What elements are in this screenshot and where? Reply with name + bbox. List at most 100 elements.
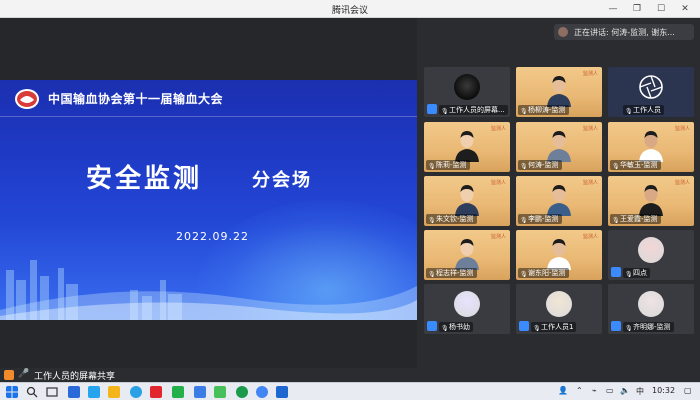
participant-name: 杨柳涛-监测: [528, 106, 566, 114]
app-icon-tencent-meeting[interactable]: [276, 386, 288, 398]
participant-tile[interactable]: 监测人 🎙王爱霞-监测: [608, 176, 694, 226]
participant-video-person: [547, 76, 571, 107]
tile-badge: 监测人: [582, 71, 598, 77]
participant-avatar: [454, 74, 480, 100]
tile-badge: 监测人: [674, 126, 690, 132]
participant-name-label: 🎙何涛-监测: [518, 160, 562, 170]
tray-chevron-up-icon[interactable]: ⌃: [576, 386, 583, 395]
app-icon-qq-browser[interactable]: [88, 386, 100, 398]
participant-name: 工作人员: [633, 106, 661, 114]
user-icon: [611, 267, 621, 277]
participant-tile[interactable]: 🎙杨书幼: [424, 284, 510, 334]
shared-screen-slide: 中国输血协会第十一届输血大会 安全监测 分会场 2022.09.22: [0, 80, 417, 320]
slide-main-title: 安全监测: [86, 164, 203, 194]
participant-name: 朱文钦-监测: [436, 215, 474, 223]
clock-time[interactable]: 10:32: [652, 386, 675, 395]
participant-name-label: 🎙齐明娜-监测: [623, 322, 674, 332]
tencent-meeting-window: 腾讯会议 — ❐ ☐ ✕ 中国输血协会第十一届输血大会 安全监测 分会场 202…: [0, 0, 700, 400]
windows-start-icon[interactable]: [6, 386, 18, 398]
participant-name-label: 🎙四点: [623, 268, 650, 278]
participant-avatar: [454, 291, 480, 317]
participant-video-person: [639, 185, 663, 216]
participant-video-person: [639, 131, 663, 162]
window-title: 腾讯会议: [331, 6, 368, 16]
notification-icon[interactable]: ▢: [684, 386, 692, 395]
minimize-button[interactable]: —: [606, 2, 620, 16]
slide-divider: [0, 116, 417, 117]
participant-tile[interactable]: 🎙齐明娜-监测: [608, 284, 694, 334]
tile-badge: 监测人: [490, 180, 506, 186]
participant-name: 程志祥-监测: [436, 269, 474, 277]
app-icon-wechat[interactable]: [172, 386, 184, 398]
participant-tile[interactable]: 监测人 🎙朱文钦-监测: [424, 176, 510, 226]
screen-share-label: 工作人员的屏幕共享: [34, 372, 116, 382]
speaker-avatar: [558, 27, 568, 37]
windows-taskbar: 👤 ⌃ ⌁ ▭ 🔈 中 10:32 ▢: [0, 382, 700, 400]
mic-muted-icon: 🎙: [612, 217, 620, 224]
screen-share-icon: [4, 370, 14, 380]
app-icon-browser[interactable]: [68, 386, 80, 398]
tile-badge: 监测人: [582, 180, 598, 186]
task-view-icon[interactable]: [46, 386, 58, 398]
participant-name-label: 🎙程志祥-监测: [426, 268, 477, 278]
tile-badge: 监测人: [490, 234, 506, 240]
participant-name: 何涛-监测: [528, 161, 559, 169]
participant-tile[interactable]: 监测人 🎙程志祥-监测: [424, 230, 510, 280]
participant-name: 工作人员1: [541, 323, 574, 331]
participant-name-label: 🎙工作人员: [623, 105, 664, 115]
maximize-button[interactable]: ☐: [654, 2, 668, 16]
participant-tile[interactable]: 🎙工作人员: [608, 67, 694, 117]
app-icon-chrome[interactable]: [256, 386, 268, 398]
participant-tile[interactable]: 监测人 🎙何涛-监测: [516, 122, 602, 172]
mic-muted-icon: 🎙: [625, 325, 633, 332]
participant-tile[interactable]: 🎙工作人员1: [516, 284, 602, 334]
app-icon-green[interactable]: [214, 386, 226, 398]
tray-network-icon[interactable]: ⌁: [592, 386, 597, 395]
participant-avatar: [546, 291, 572, 317]
slide-date: 2022.09.22: [176, 230, 249, 243]
participant-tile[interactable]: 🎙工作人员的屏幕...: [424, 67, 510, 117]
app-icon-file-explorer[interactable]: [108, 386, 120, 398]
app-icon-wps[interactable]: [150, 386, 162, 398]
participant-tile[interactable]: 监测人 🎙华敏玉-监测: [608, 122, 694, 172]
participant-name: 杨书幼: [449, 323, 470, 331]
mic-muted-icon: 🎙: [612, 163, 620, 170]
tray-people-icon[interactable]: 👤: [558, 386, 568, 395]
app-icon-5[interactable]: [194, 386, 206, 398]
close-button[interactable]: ✕: [678, 2, 692, 16]
app-icon-360[interactable]: [236, 386, 248, 398]
mic-muted-icon: 🎙: [520, 217, 528, 224]
mic-muted-icon: 🎙: [441, 108, 449, 115]
association-logo-icon: [15, 89, 39, 109]
tile-badge: 监测人: [674, 180, 690, 186]
restore-button[interactable]: ❐: [630, 2, 644, 16]
participant-video-person: [455, 185, 479, 216]
participant-tile[interactable]: 监测人 🎙杨柳涛-监测: [516, 67, 602, 117]
tray-volume-icon[interactable]: 🔈: [620, 386, 630, 395]
participant-name: 四点: [633, 269, 647, 277]
tile-badge: 监测人: [582, 126, 598, 132]
participant-name: 工作人员的屏幕...: [449, 106, 505, 114]
participant-tile[interactable]: 监测人 🎙陈莉-监测: [424, 122, 510, 172]
participant-video-person: [455, 239, 479, 270]
ime-indicator[interactable]: 中: [636, 386, 644, 397]
participant-name: 谢东阳-监测: [528, 269, 566, 277]
mic-muted-icon: 🎙: [625, 108, 633, 115]
app-icon-qq[interactable]: [130, 386, 142, 398]
mic-muted-icon: 🎙: [625, 271, 633, 278]
search-icon[interactable]: [26, 386, 38, 398]
tray-window-icon[interactable]: ▭: [606, 386, 614, 395]
participant-video-person: [455, 131, 479, 162]
participant-video-person: [547, 185, 571, 216]
participant-tile[interactable]: 监测人 🎙谢东阳-监测: [516, 230, 602, 280]
screen-share-bar[interactable]: 🎤 工作人员的屏幕共享: [0, 368, 417, 382]
participant-tile[interactable]: 🎙四点: [608, 230, 694, 280]
user-icon: [519, 321, 529, 331]
speaking-text: 正在讲话: 何涛-监测, 谢东...: [574, 28, 675, 37]
participant-avatar: [638, 237, 664, 263]
participant-tile[interactable]: 监测人 🎙李鹏-监测: [516, 176, 602, 226]
slide-subtitle: 分会场: [252, 170, 312, 191]
participant-name-label: 🎙陈莉-监测: [426, 160, 470, 170]
tile-badge: 监测人: [490, 126, 506, 132]
organization-name: 中国输血协会第十一届输血大会: [48, 92, 224, 106]
